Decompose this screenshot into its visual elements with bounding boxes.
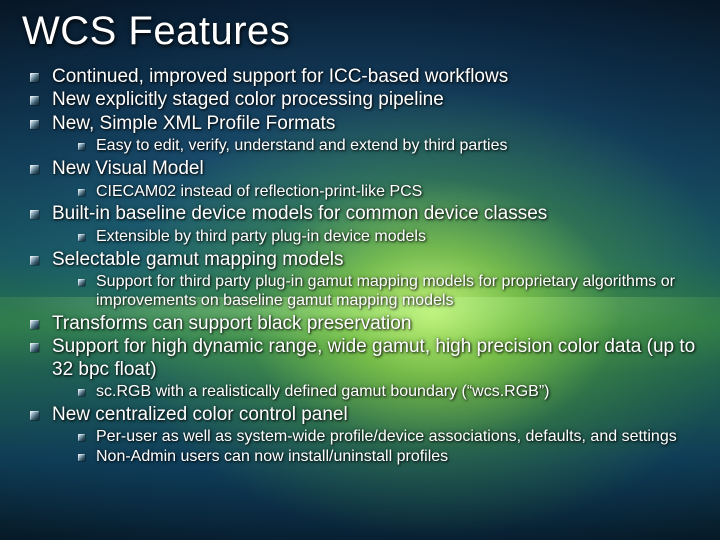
list-item-text: New Visual Model xyxy=(52,158,698,180)
bullet-icon xyxy=(78,434,85,441)
bullet-icon xyxy=(30,165,39,174)
list-item: New, Simple XML Profile Formats Easy to … xyxy=(30,113,698,156)
bullet-icon xyxy=(78,143,85,150)
bullet-icon xyxy=(30,210,39,219)
list-item-text: Transforms can support black preservatio… xyxy=(52,313,698,335)
bullet-icon xyxy=(78,279,85,286)
list-item: CIECAM02 instead of reflection-print-lik… xyxy=(78,183,698,202)
bullet-icon xyxy=(78,454,85,461)
list-item: Selectable gamut mapping models Support … xyxy=(30,249,698,311)
bullet-icon xyxy=(78,189,85,196)
list-item: sc.RGB with a realistically defined gamu… xyxy=(78,383,698,402)
list-item-text: Continued, improved support for ICC-base… xyxy=(52,66,698,88)
list-item: Transforms can support black preservatio… xyxy=(30,313,698,335)
bullet-icon xyxy=(78,234,85,241)
list-item: Built-in baseline device models for comm… xyxy=(30,203,698,246)
list-item-text: Built-in baseline device models for comm… xyxy=(52,203,698,225)
slide-title: WCS Features xyxy=(22,10,698,52)
bullet-icon xyxy=(30,343,39,352)
list-item-text: New centralized color control panel xyxy=(52,404,698,426)
list-item: Easy to edit, verify, understand and ext… xyxy=(78,137,698,156)
list-item: Support for high dynamic range, wide gam… xyxy=(30,336,698,402)
list-item-text: Per-user as well as system-wide profile/… xyxy=(96,428,698,447)
list-item-text: Extensible by third party plug-in device… xyxy=(96,228,698,247)
list-item: New explicitly staged color processing p… xyxy=(30,89,698,111)
list-item: Extensible by third party plug-in device… xyxy=(78,228,698,247)
list-item: New centralized color control panel Per-… xyxy=(30,404,698,467)
bullet-icon xyxy=(78,389,85,396)
list-item: Per-user as well as system-wide profile/… xyxy=(78,428,698,447)
list-item-text: New explicitly staged color processing p… xyxy=(52,89,698,111)
list-item-text: Support for high dynamic range, wide gam… xyxy=(52,336,698,381)
list-item-text: Easy to edit, verify, understand and ext… xyxy=(96,137,698,156)
feature-list: Continued, improved support for ICC-base… xyxy=(22,66,698,467)
list-item: Continued, improved support for ICC-base… xyxy=(30,66,698,88)
list-item-text: New, Simple XML Profile Formats xyxy=(52,113,698,135)
sub-list: Support for third party plug-in gamut ma… xyxy=(52,273,698,311)
sub-list: Per-user as well as system-wide profile/… xyxy=(52,428,698,467)
bullet-icon xyxy=(30,256,39,265)
list-item-text: Selectable gamut mapping models xyxy=(52,249,698,271)
bullet-icon xyxy=(30,411,39,420)
list-item: Non-Admin users can now install/uninstal… xyxy=(78,448,698,467)
list-item-text: Non-Admin users can now install/uninstal… xyxy=(96,448,698,467)
bullet-icon xyxy=(30,73,39,82)
bullet-icon xyxy=(30,96,39,105)
list-item-text: Support for third party plug-in gamut ma… xyxy=(96,273,698,311)
sub-list: Extensible by third party plug-in device… xyxy=(52,228,698,247)
bullet-icon xyxy=(30,320,39,329)
sub-list: sc.RGB with a realistically defined gamu… xyxy=(52,383,698,402)
sub-list: CIECAM02 instead of reflection-print-lik… xyxy=(52,183,698,202)
sub-list: Easy to edit, verify, understand and ext… xyxy=(52,137,698,156)
list-item: New Visual Model CIECAM02 instead of ref… xyxy=(30,158,698,201)
list-item: Support for third party plug-in gamut ma… xyxy=(78,273,698,311)
bullet-icon xyxy=(30,120,39,129)
list-item-text: CIECAM02 instead of reflection-print-lik… xyxy=(96,183,698,202)
list-item-text: sc.RGB with a realistically defined gamu… xyxy=(96,383,698,402)
